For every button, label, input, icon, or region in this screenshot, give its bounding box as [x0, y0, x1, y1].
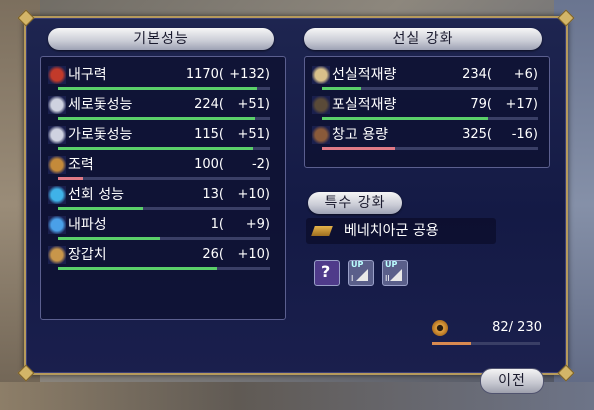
basic-stat-label: 내구력	[68, 67, 107, 83]
cabin-upgrade-header: 선실 강화	[304, 28, 542, 50]
basic-stat-delta: +51)	[237, 127, 270, 142]
capacity-bar	[432, 342, 540, 345]
basic-stat-row: 세로돛성능 224( +51)	[48, 96, 274, 122]
basic-stat-value: 224(	[194, 97, 224, 112]
basic-stat-bar	[58, 147, 270, 150]
basic-stat-bar-fill	[58, 147, 253, 150]
basic-stat-label: 내파성	[68, 217, 107, 233]
cabin-stat-delta: +17)	[505, 97, 538, 112]
basic-stat-bar-fill	[58, 87, 257, 90]
capacity-bar-fill	[432, 342, 471, 345]
cabin-stat-bar	[322, 147, 538, 150]
capacity-value: 82/ 230	[492, 320, 542, 335]
special-upgrade-title: 특수 강화	[324, 195, 386, 211]
ship-status-panel: 기본성능 선실 강화 특수 강화 베네치아군 공용 ? UP I UP II 8…	[17, 9, 575, 382]
basic-stat-bar-fill	[58, 117, 255, 120]
cabin-stat-value: 234(	[462, 67, 492, 82]
wave-icon	[48, 216, 66, 234]
basic-stat-label: 세로돛성능	[68, 97, 133, 113]
question-slot-icon[interactable]: ?	[314, 260, 340, 286]
basic-stat-value: 26(	[202, 247, 224, 262]
basic-stat-label: 장갑치	[68, 247, 107, 263]
basic-stat-value: 1170(	[185, 67, 224, 82]
special-upgrade-header: 특수 강화	[308, 192, 402, 214]
basic-stat-row: 선회 성능 13( +10)	[48, 186, 274, 212]
armor-icon	[48, 246, 66, 264]
cabin-stat-value: 79(	[470, 97, 492, 112]
cabin-stat-delta: +6)	[513, 67, 538, 82]
basic-stat-delta: +9)	[245, 217, 270, 232]
basic-stat-row: 장갑치 26( +10)	[48, 246, 274, 272]
crew-icon	[312, 66, 330, 84]
cabin-stat-row: 포실적재량 79( +17)	[312, 96, 542, 122]
basic-stat-delta: +10)	[237, 187, 270, 202]
cabin-stat-bar	[322, 87, 538, 90]
basic-stat-bar	[58, 267, 270, 270]
basic-stat-bar	[58, 117, 270, 120]
basic-stat-bar	[58, 87, 270, 90]
cabin-stat-bar	[322, 117, 538, 120]
basic-stat-bar-fill	[58, 237, 160, 240]
basic-stat-row: 내파성 1( +9)	[48, 216, 274, 242]
back-button[interactable]: 이전	[480, 368, 544, 394]
cabin-upgrade-title: 선실 강화	[392, 31, 454, 47]
cabin-stat-delta: -16)	[511, 127, 538, 142]
basic-stat-bar-fill	[58, 207, 143, 210]
basic-stat-row: 내구력 1170( +132)	[48, 66, 274, 92]
cabin-stat-row: 창고 용량 325( -16)	[312, 126, 542, 152]
basic-stat-label: 선회 성능	[68, 187, 124, 203]
basic-stat-delta: +132)	[229, 67, 270, 82]
basic-stat-value: 1(	[210, 217, 224, 232]
turn-icon	[48, 186, 66, 204]
cabin-stat-value: 325(	[462, 127, 492, 142]
crate-icon	[312, 126, 330, 144]
plank-icon	[311, 226, 333, 236]
upgrade-slot-2-icon[interactable]: UP II	[382, 260, 408, 286]
basic-stat-row: 가로돛성능 115( +51)	[48, 126, 274, 152]
cabin-stat-row: 선실적재량 234( +6)	[312, 66, 542, 92]
basic-stat-value: 100(	[194, 157, 224, 172]
basic-stat-delta: -2)	[251, 157, 270, 172]
cabin-stat-label: 선실적재량	[332, 67, 397, 83]
cabin-stat-bar-fill	[322, 87, 361, 90]
basic-performance-header: 기본성능	[48, 28, 274, 50]
basic-stat-bar	[58, 207, 270, 210]
cabin-stat-bar-fill	[322, 117, 488, 120]
basic-stat-bar-fill	[58, 177, 83, 180]
upgrade-slot-1-icon[interactable]: UP I	[348, 260, 374, 286]
basic-stat-value: 13(	[202, 187, 224, 202]
basic-stat-label: 조력	[68, 157, 94, 173]
cabin-stat-bar-fill	[322, 147, 395, 150]
basic-stat-bar	[58, 237, 270, 240]
basic-stat-delta: +51)	[237, 97, 270, 112]
basic-stat-row: 조력 100( -2)	[48, 156, 274, 182]
cabin-stat-label: 창고 용량	[332, 127, 388, 143]
basic-performance-title: 기본성능	[133, 31, 189, 47]
basic-stat-bar	[58, 177, 270, 180]
vertical-sail-icon	[48, 96, 66, 114]
horizontal-sail-icon	[48, 126, 66, 144]
special-item-name: 베네치아군 공용	[344, 223, 439, 239]
oar-icon	[48, 156, 66, 174]
cabin-stat-label: 포실적재량	[332, 97, 397, 113]
basic-stat-delta: +10)	[237, 247, 270, 262]
basic-stat-label: 가로돛성능	[68, 127, 133, 143]
basic-stat-bar-fill	[58, 267, 217, 270]
hull-icon	[48, 66, 66, 84]
basic-stat-value: 115(	[194, 127, 224, 142]
cannon-icon	[312, 96, 330, 114]
